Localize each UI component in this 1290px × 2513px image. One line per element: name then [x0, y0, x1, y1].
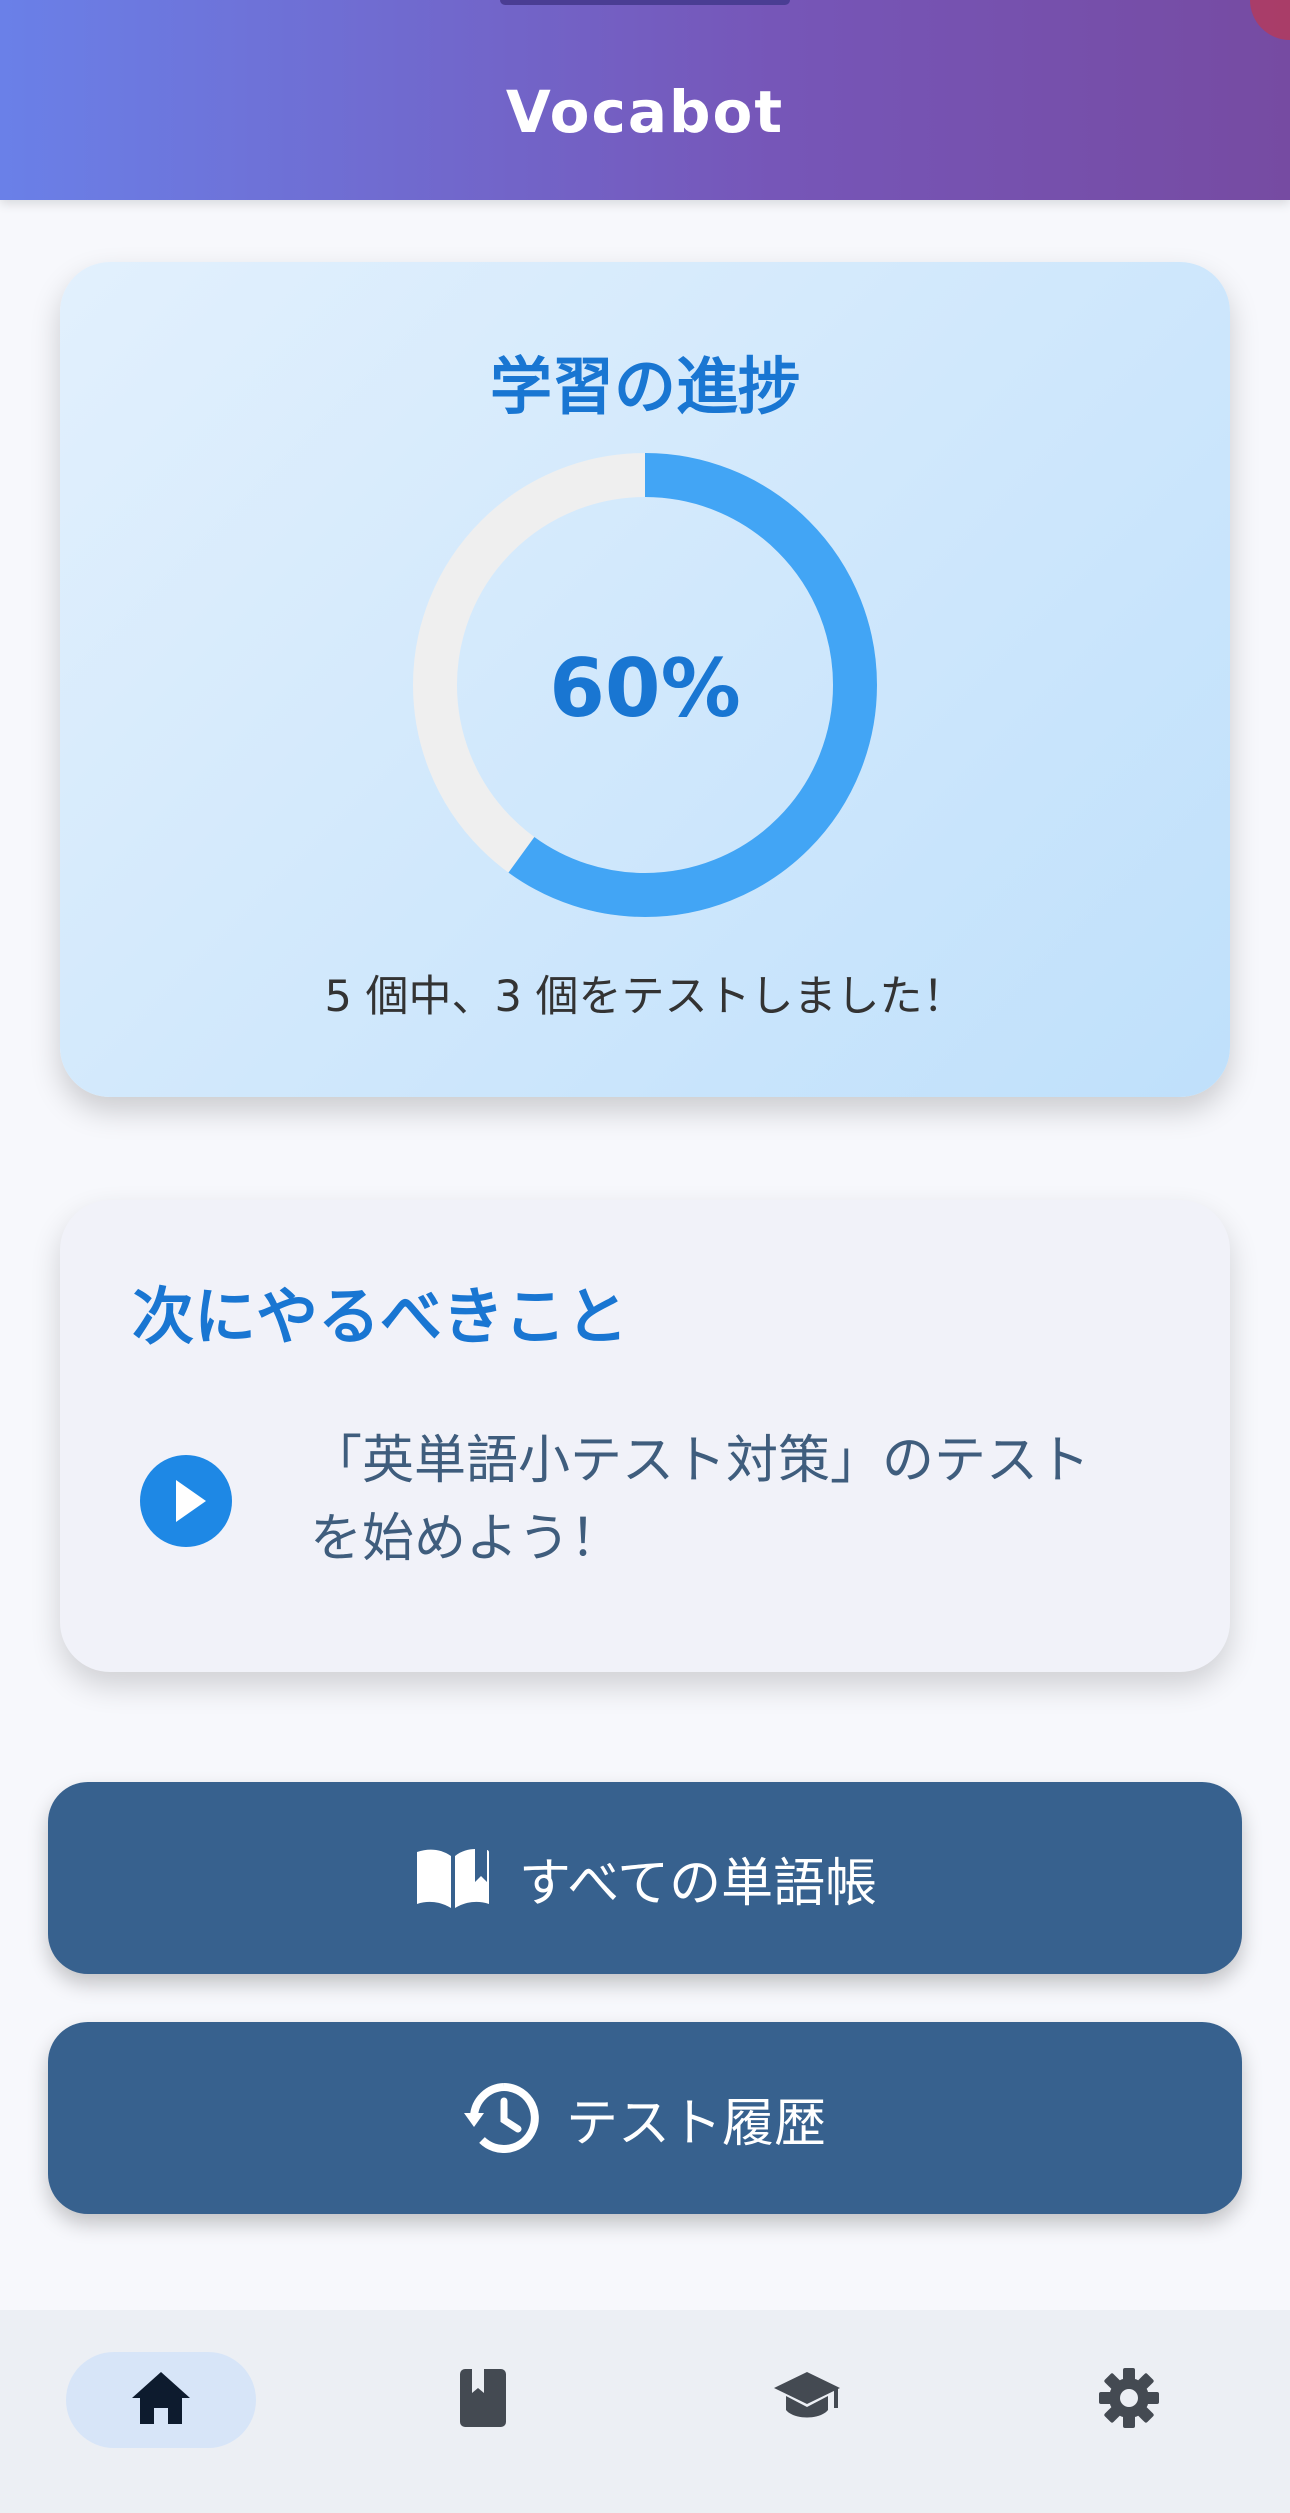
nav-wordbooks[interactable] — [388, 2352, 578, 2448]
app-header: Vocabot — [0, 0, 1290, 200]
corner-decoration — [1250, 0, 1290, 40]
progress-ring: 60% — [412, 452, 878, 918]
nav-settings[interactable] — [1034, 2352, 1224, 2448]
test-history-label: テスト履歴 — [565, 2093, 826, 2154]
play-circle-icon[interactable] — [140, 1455, 232, 1547]
nav-learn[interactable] — [712, 2352, 902, 2448]
progress-percent: 60% — [549, 642, 741, 735]
next-action-title: 次にやるべきこと — [132, 1280, 629, 1353]
history-icon — [463, 2083, 540, 2153]
nav-home[interactable] — [66, 2352, 256, 2448]
next-action-text: 「英単語小テスト対策」のテスト を始めよう！ — [310, 1422, 1190, 1578]
graduation-cap-icon — [772, 2370, 842, 2430]
app-title: Vocabot — [505, 78, 785, 146]
all-wordbooks-button[interactable]: すべての単語帳 — [48, 1782, 1242, 1974]
progress-title: 学習の進捗 — [489, 350, 800, 423]
home-icon — [130, 2370, 192, 2430]
test-history-button[interactable]: テスト履歴 — [48, 2022, 1242, 2214]
book-icon — [458, 2367, 508, 2433]
next-action-line2: を始めよう！ — [310, 1509, 623, 1569]
bottom-nav — [0, 2310, 1290, 2513]
next-action-line1: 「英単語小テスト対策」のテスト — [310, 1431, 1091, 1491]
status-notch — [500, 0, 790, 5]
gear-icon — [1098, 2367, 1160, 2433]
progress-card: 学習の進捗 60% 5 個中、3 個をテストしました！ — [60, 262, 1230, 1097]
next-action-card[interactable]: 次にやるべきこと 「英単語小テスト対策」のテスト を始めよう！ — [60, 1200, 1230, 1672]
open-book-icon — [413, 1842, 493, 1914]
progress-caption: 5 個中、3 個をテストしました！ — [324, 972, 966, 1022]
all-wordbooks-label: すべての単語帳 — [518, 1853, 878, 1914]
